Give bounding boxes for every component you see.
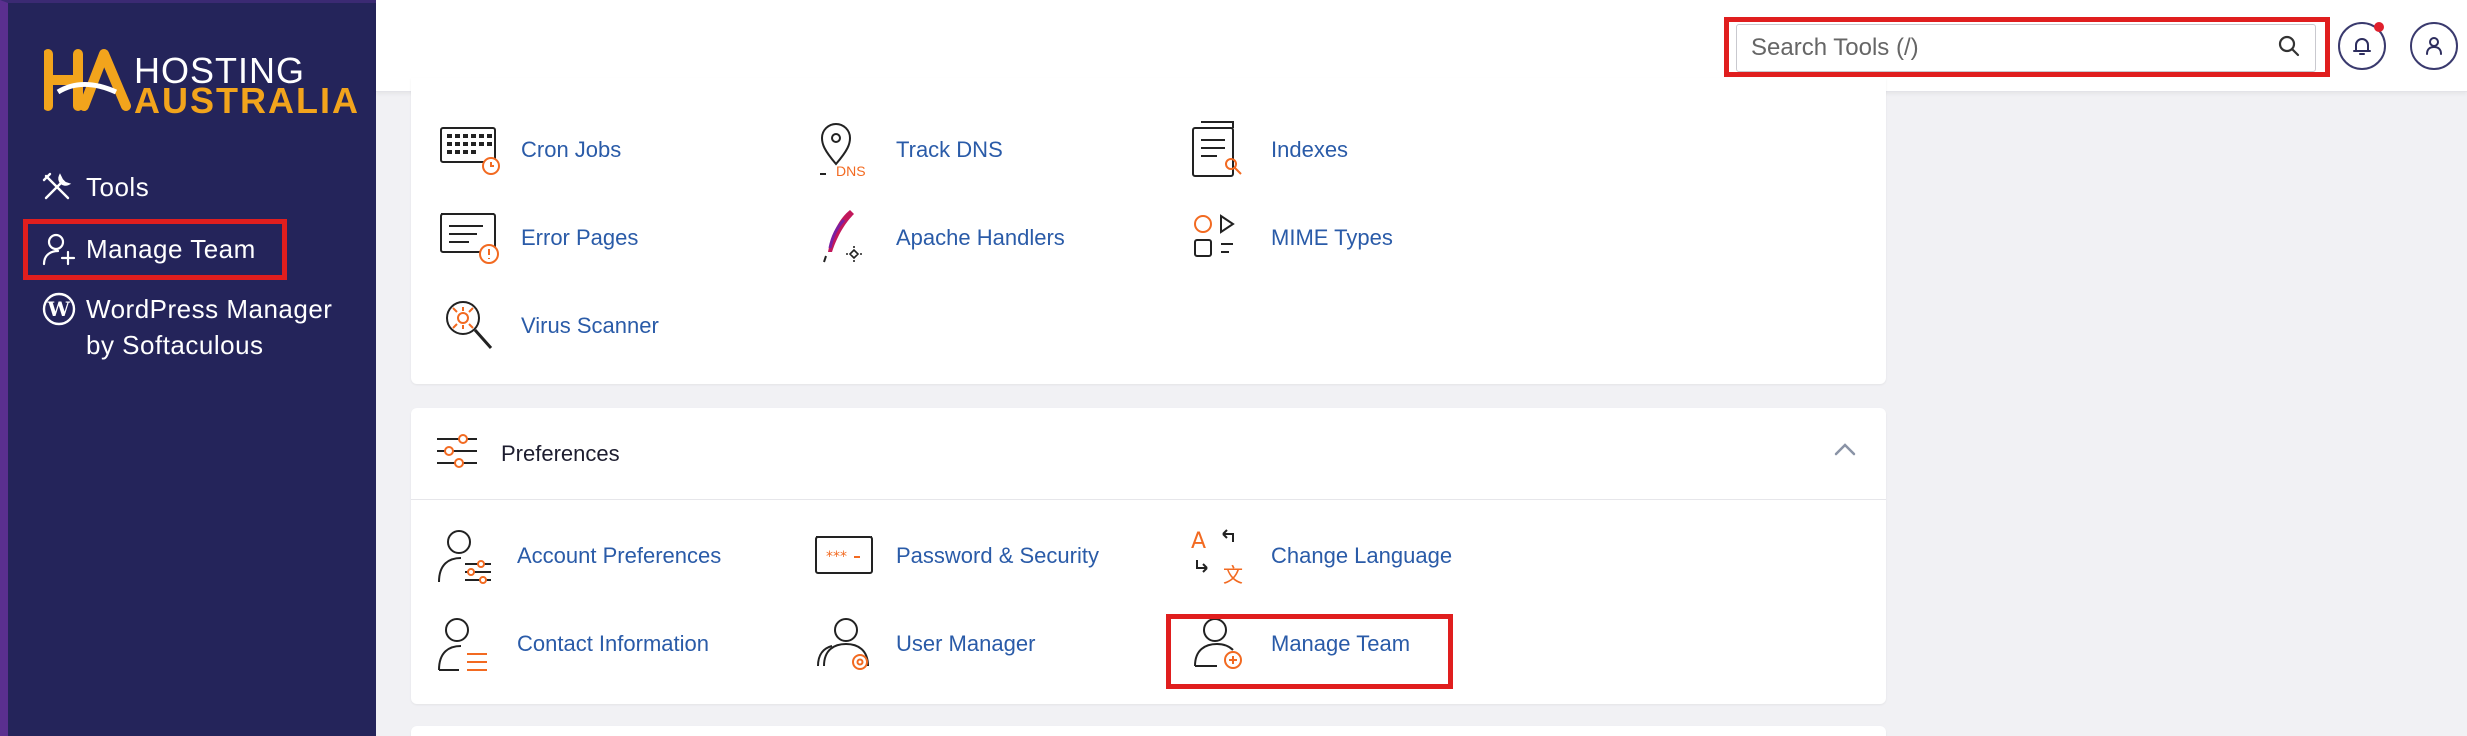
account-preferences-icon	[435, 524, 517, 588]
tool-cron-jobs[interactable]: Cron Jobs	[439, 118, 621, 182]
tool-password-security[interactable]: *** Password & Security	[814, 524, 1099, 588]
tool-manage-team[interactable]: Manage Team	[1189, 612, 1410, 676]
preferences-header[interactable]: Preferences	[411, 408, 1886, 500]
svg-text:文: 文	[1223, 563, 1243, 586]
advanced-tools-card: Cron Jobs DNS Track DNS Indexes Error Pa…	[411, 78, 1886, 384]
track-dns-icon: DNS	[814, 118, 896, 182]
tool-label: Indexes	[1271, 137, 1349, 162]
tool-label: Account Preferences	[517, 543, 722, 568]
tool-label: User Manager	[896, 631, 1036, 656]
apache-handlers-icon	[814, 206, 896, 270]
sidebar-item-label: Tools	[86, 172, 150, 202]
tool-error-pages[interactable]: Error Pages	[439, 206, 638, 270]
tool-label: Cron Jobs	[521, 137, 622, 162]
manage-team-icon	[42, 231, 86, 267]
contact-information-icon	[435, 612, 517, 676]
chevron-up-icon[interactable]	[1834, 442, 1856, 461]
password-security-icon: ***	[814, 524, 896, 588]
sidebar-item-wordpress-manager[interactable]: W WordPress Manager by Softaculous	[42, 291, 336, 363]
tool-account-preferences[interactable]: Account Preferences	[435, 524, 721, 588]
mime-types-icon	[1189, 206, 1271, 270]
tool-label: Track DNS	[896, 137, 1003, 162]
tool-user-manager[interactable]: User Manager	[814, 612, 1035, 676]
svg-text:***: ***	[826, 549, 847, 565]
change-language-icon: A 文	[1189, 524, 1271, 588]
tool-label: Contact Information	[517, 631, 709, 656]
virus-scanner-icon	[439, 294, 521, 358]
user-menu-button[interactable]	[2410, 22, 2458, 70]
tool-label: Change Language	[1271, 543, 1453, 568]
tool-label: Manage Team	[1271, 631, 1411, 656]
sidebar-item-manage-team[interactable]: Manage Team	[42, 231, 256, 267]
sidebar-item-label: WordPress Manager by Softaculous	[86, 294, 333, 360]
manage-team-icon	[1189, 612, 1271, 676]
search-icon[interactable]	[2277, 34, 2301, 63]
tool-label: Apache Handlers	[896, 225, 1065, 250]
section-title: Preferences	[501, 440, 620, 466]
brand-logo[interactable]: HOSTING AUSTRALIA	[44, 48, 358, 121]
wordpress-icon: W	[42, 291, 86, 327]
preferences-card: Preferences Account Preferences *** Pass…	[411, 408, 1886, 704]
search-input[interactable]	[1751, 34, 2277, 62]
user-manager-icon	[814, 612, 896, 676]
notification-badge	[2374, 22, 2384, 32]
tools-icon	[42, 169, 86, 205]
search-box[interactable]	[1736, 24, 2316, 72]
sidebar-item-label: Manage Team	[86, 234, 256, 264]
next-section-card	[411, 726, 1886, 736]
svg-text:W: W	[47, 297, 71, 321]
error-pages-icon	[439, 206, 521, 270]
logo-mark-icon	[44, 49, 131, 111]
tool-label: MIME Types	[1271, 225, 1393, 250]
tool-label: Error Pages	[521, 225, 639, 250]
bell-icon	[2353, 38, 2371, 55]
sidebar: HOSTING AUSTRALIA Tools Manage Team W Wo…	[0, 0, 376, 736]
tool-apache-handlers[interactable]: Apache Handlers	[814, 206, 1065, 270]
tool-mime-types[interactable]: MIME Types	[1189, 206, 1393, 270]
indexes-icon	[1189, 118, 1271, 182]
preferences-icon	[435, 433, 479, 474]
tool-track-dns[interactable]: DNS Track DNS	[814, 118, 1003, 182]
brand-name-line2: AUSTRALIA	[134, 80, 360, 121]
dns-badge: DNS	[836, 163, 866, 179]
tool-virus-scanner[interactable]: Virus Scanner	[439, 294, 659, 358]
tool-label: Password & Security	[896, 543, 1099, 568]
tool-change-language[interactable]: A 文 Change Language	[1189, 524, 1452, 588]
tool-label: Virus Scanner	[521, 313, 659, 338]
tool-indexes[interactable]: Indexes	[1189, 118, 1348, 182]
tool-contact-information[interactable]: Contact Information	[435, 612, 709, 676]
user-icon	[2426, 37, 2442, 55]
cron-jobs-icon	[439, 118, 521, 182]
svg-text:A: A	[1191, 529, 1206, 554]
sidebar-item-tools[interactable]: Tools	[42, 169, 149, 205]
